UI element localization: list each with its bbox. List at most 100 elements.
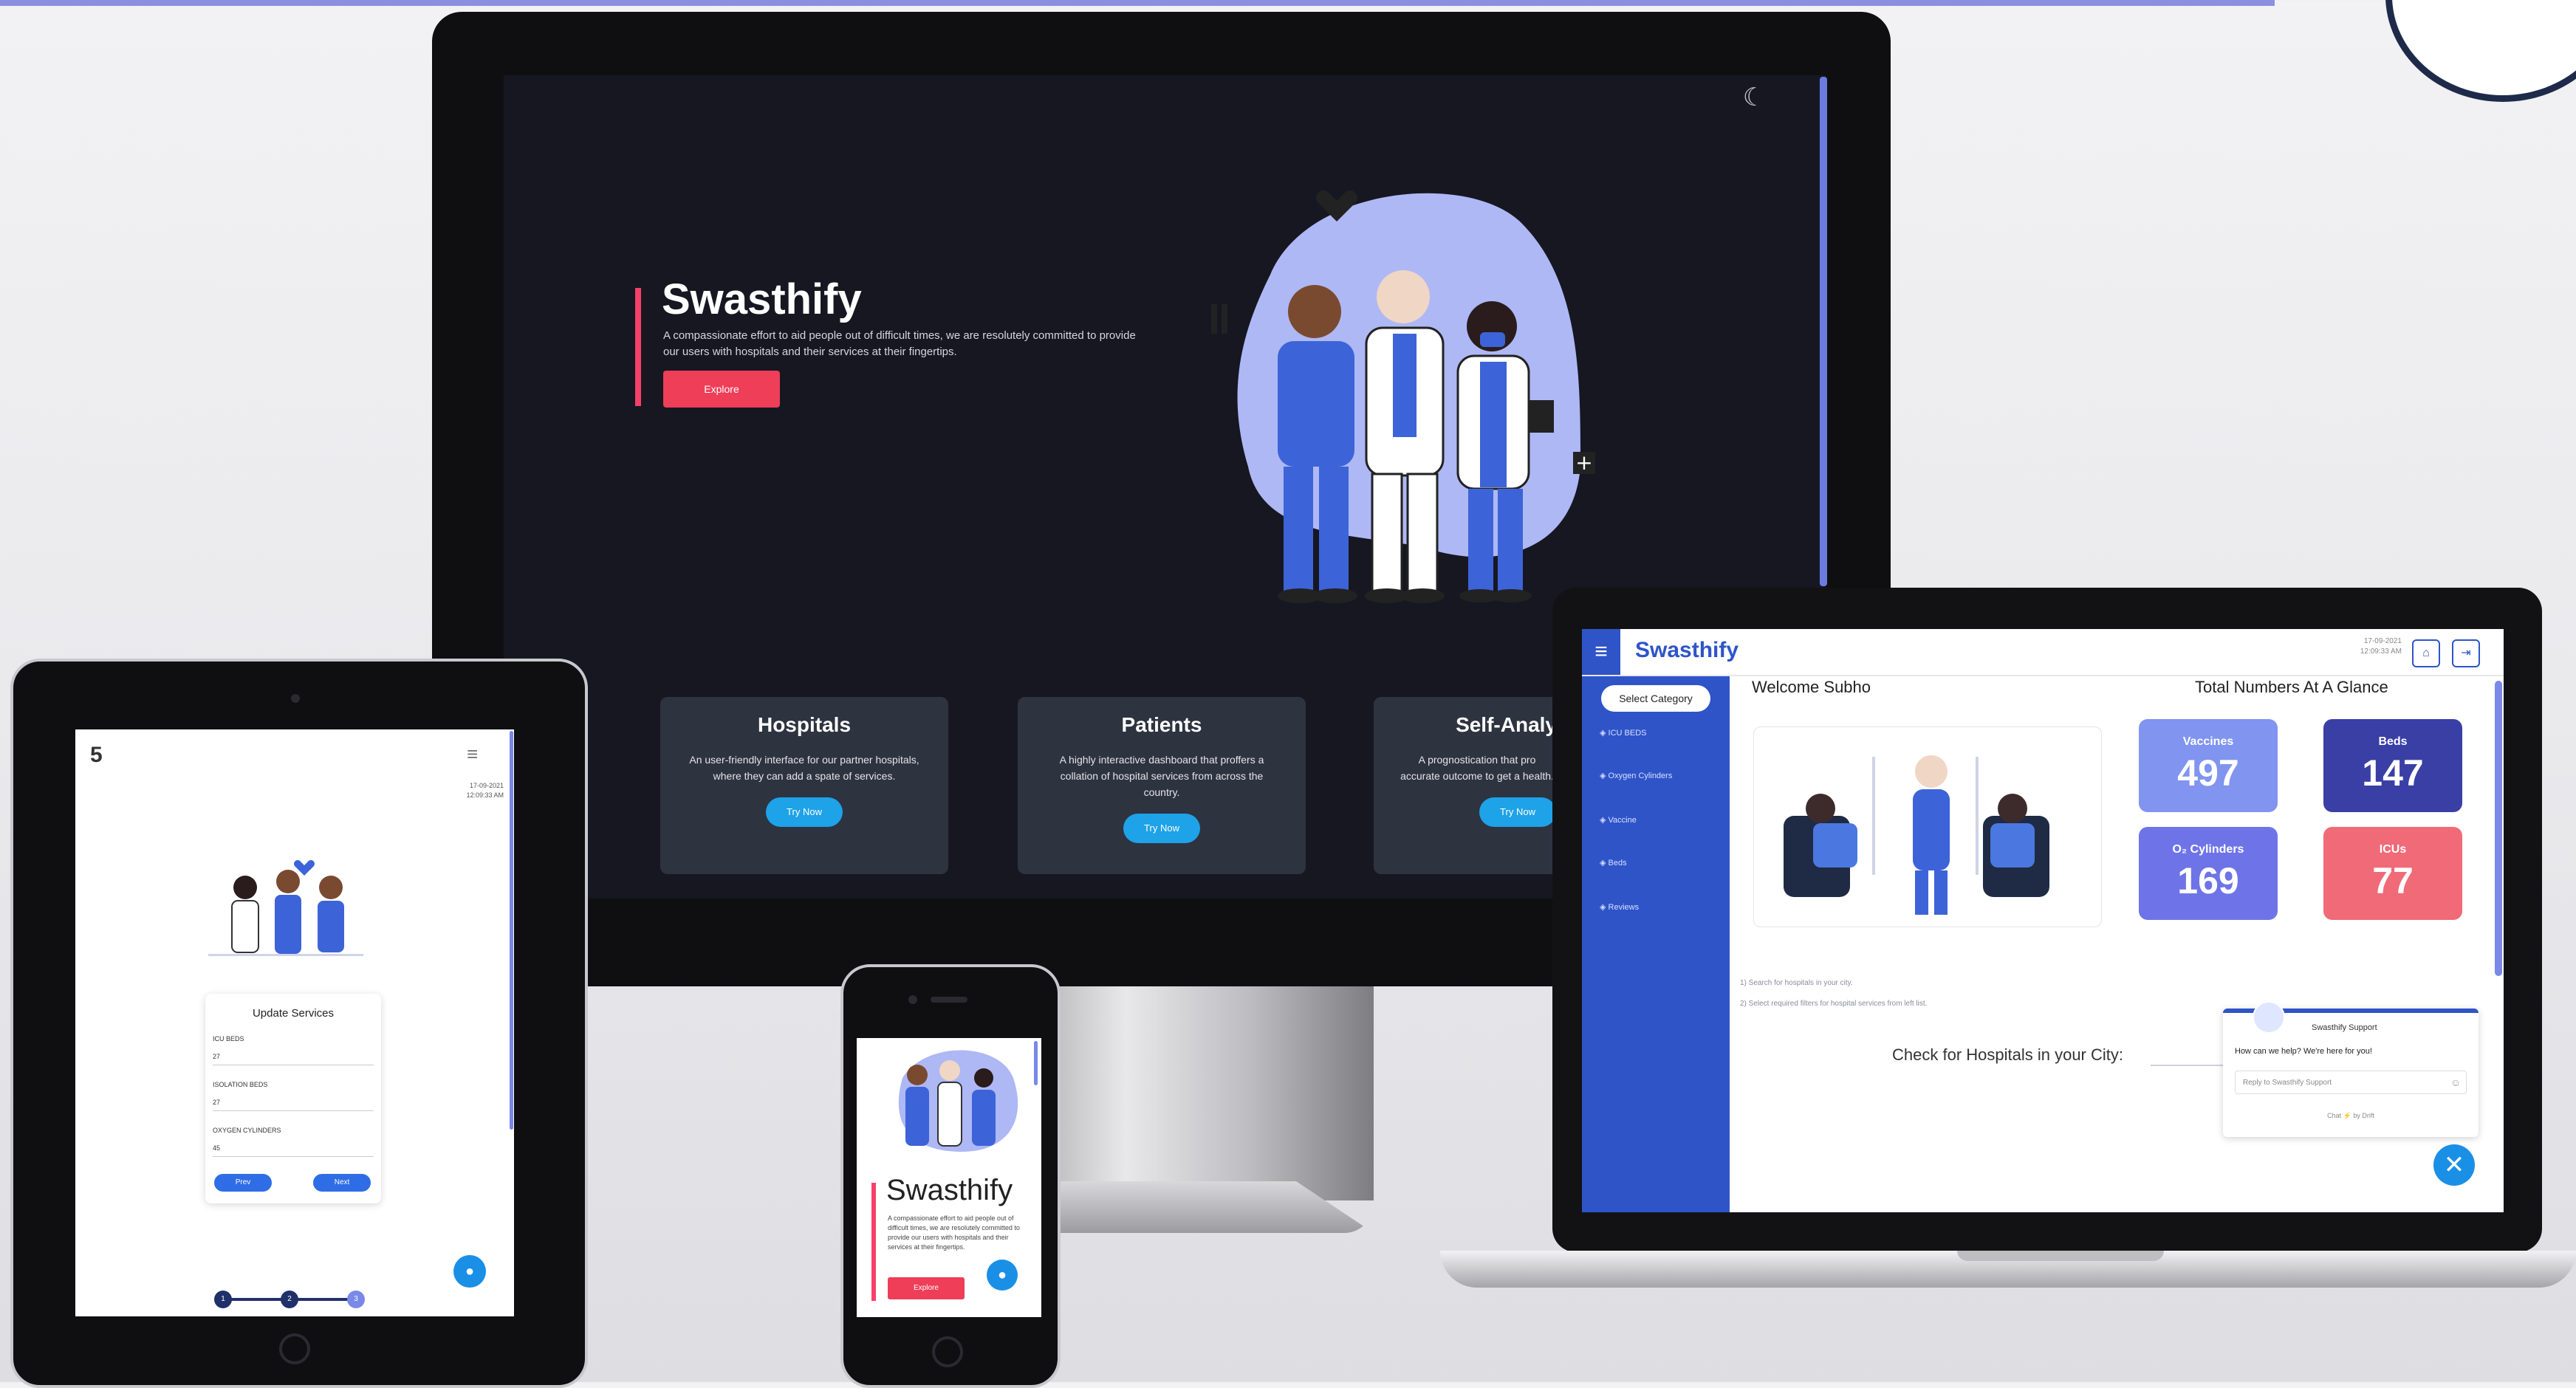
chat-icon[interactable]: ●	[453, 1255, 486, 1288]
tile-label: O₂ Cylinders	[2172, 843, 2244, 856]
phone-camera	[908, 995, 917, 1004]
step-dot[interactable]: 1	[214, 1291, 232, 1308]
tile-label: ICUs	[2379, 843, 2407, 856]
card-patients: Patients A highly interactive dashboard …	[1018, 697, 1306, 874]
card-self-analysis: Self-Analy A prognostication that pro ac…	[1374, 697, 1558, 874]
app-logo: Swasthify	[1635, 638, 1739, 662]
field-label: OXYGEN CYLINDERS	[213, 1127, 281, 1134]
field-label: ISOLATION BEDS	[213, 1081, 268, 1088]
phone-speaker	[931, 997, 967, 1003]
tablet-scrollbar[interactable]	[510, 731, 513, 1130]
tile-vaccines: Vaccines 497	[2139, 719, 2278, 812]
try-now-button[interactable]: Try Now	[1479, 797, 1556, 827]
tile-value: 77	[2372, 860, 2414, 901]
sidebar-item-label: Reviews	[1608, 903, 1640, 912]
hero-accent-bar	[635, 288, 641, 406]
tablet-camera	[291, 694, 300, 703]
chat-icon[interactable]: ●	[987, 1260, 1018, 1291]
icu-beds-input[interactable]: 27	[213, 1053, 374, 1065]
patients-illustration	[1753, 726, 2102, 927]
date-time: 17-09-2021 12:09:33 AM	[2343, 636, 2402, 657]
oxygen-cylinders-input[interactable]: 45	[213, 1144, 374, 1157]
sidebar-item-vaccine[interactable]: ◈ Vaccine	[1600, 815, 1725, 825]
tile-value: 497	[2177, 752, 2239, 794]
explore-button[interactable]: Explore	[663, 371, 780, 408]
try-now-button[interactable]: Try Now	[1123, 814, 1200, 843]
city-input-line[interactable]	[2151, 1065, 2224, 1066]
tile-icus: ICUs 77	[2323, 827, 2462, 920]
desktop-scrollbar[interactable]	[1820, 77, 1827, 586]
card-title: Hospitals	[757, 713, 852, 736]
check-hospitals-label: Check for Hospitals in your City:	[1892, 1045, 2123, 1064]
sidebar-item-label: Oxygen Cylinders	[1608, 772, 1673, 780]
card-text: A highly interactive dashboard that prof…	[1059, 754, 1264, 798]
home-icon[interactable]: ⌂	[2412, 639, 2440, 667]
top-strip	[0, 0, 2275, 6]
hero-description: A compassionate effort to aid people out…	[663, 329, 1136, 358]
select-category-button[interactable]: Select Category	[1601, 685, 1710, 712]
card-text: A prognostication that pro accurate outc…	[1400, 754, 1554, 782]
tile-o2-cylinders: O₂ Cylinders 169	[2139, 827, 2278, 920]
date-time: 17-09-2021 12:09:33 AM	[445, 781, 504, 800]
moon-icon[interactable]: ☾	[1739, 83, 1769, 112]
update-services-form: Update Services ICU BEDS 27 ISOLATION BE…	[205, 994, 381, 1203]
time: 12:09:33 AM	[2360, 647, 2402, 656]
sidebar-item-oxygen-cylinders[interactable]: ◈ Oxygen Cylinders	[1600, 771, 1725, 780]
chat-reply-input[interactable]: Reply to Swasthify Support	[2235, 1071, 2467, 1094]
phone-screen: Swasthify A compassionate effort to aid …	[857, 1038, 1041, 1317]
sidebar	[1582, 629, 1730, 1212]
tile-value: 147	[2362, 752, 2424, 794]
chat-agent-name: Swasthify Support	[2312, 1023, 2377, 1032]
card-title: Patients	[1121, 713, 1202, 736]
next-button[interactable]: Next	[313, 1174, 371, 1192]
doctors-illustration	[208, 860, 363, 956]
doctors-illustration: +	[1211, 190, 1595, 603]
sidebar-item-label: ICU BEDS	[1608, 729, 1647, 738]
support-chat-widget: Swasthify Support How can we help? We're…	[2223, 1001, 2479, 1137]
sidebar-item-label: Beds	[1608, 859, 1627, 868]
tablet-screen: 5 ≡ 17-09-2021 12:09:33 AM Update Servic…	[75, 729, 514, 1316]
chat-greeting: How can we help? We're here for you!	[2235, 1047, 2372, 1056]
sidebar-item-reviews[interactable]: ◈ Reviews	[1600, 902, 1725, 912]
phone-home-button[interactable]	[932, 1336, 963, 1367]
instruction-step: 1) Search for hospitals in your city.	[1740, 979, 1853, 987]
phone-scrollbar[interactable]	[1034, 1041, 1038, 1085]
laptop-screen: ≡ Swasthify 17-09-2021 12:09:33 AM ⌂ ⇥ S…	[1582, 629, 2504, 1212]
explore-button[interactable]: Explore	[888, 1277, 965, 1299]
laptop-notch	[1957, 1251, 2164, 1261]
avatar	[2253, 1001, 2285, 1034]
laptop-scrollbar[interactable]	[2495, 681, 2502, 976]
field-label: ICU BEDS	[213, 1035, 244, 1042]
doctors-illustration	[898, 1050, 1018, 1152]
isolation-beds-input[interactable]: 27	[213, 1099, 374, 1111]
chat-footer: Chat ⚡ by Drift	[2327, 1112, 2374, 1119]
tile-label: Beds	[2378, 735, 2408, 748]
menu-icon[interactable]: ≡	[467, 743, 478, 766]
step-dot[interactable]: 3	[347, 1291, 365, 1308]
try-now-button[interactable]: Try Now	[766, 797, 843, 827]
card-text: An user-friendly interface for our partn…	[689, 754, 919, 782]
prev-button[interactable]: Prev	[214, 1174, 272, 1192]
hero-description: A compassionate effort to aid people out…	[888, 1214, 1020, 1251]
tablet-home-button[interactable]	[279, 1333, 310, 1364]
hero-accent-bar	[871, 1183, 876, 1301]
hero-title: Swasthify	[886, 1174, 1013, 1206]
emoji-icon[interactable]: ☺	[2450, 1076, 2461, 1088]
tile-label: Vaccines	[2182, 735, 2234, 748]
date: 17-09-2021	[2363, 637, 2402, 645]
time: 12:09:33 AM	[466, 791, 504, 799]
sidebar-item-beds[interactable]: ◈ Beds	[1600, 858, 1725, 868]
close-chat-icon[interactable]: ✕	[2433, 1144, 2475, 1186]
step-dot[interactable]: 2	[281, 1291, 298, 1308]
sidebar-item-icu-beds[interactable]: ◈ ICU BEDS	[1600, 728, 1725, 738]
tile-beds: Beds 147	[2323, 719, 2462, 812]
hamburger-icon[interactable]: ≡	[1582, 629, 1620, 675]
hero-title: Swasthify	[662, 275, 862, 323]
card-hospitals: Hospitals An user-friendly interface for…	[660, 697, 948, 874]
instruction-step: 2) Select required filters for hospital …	[1740, 1000, 1928, 1008]
sidebar-item-label: Vaccine	[1608, 816, 1637, 825]
totals-heading: Total Numbers At A Glance	[2195, 678, 2388, 696]
logout-icon[interactable]: ⇥	[2452, 639, 2480, 667]
corner-logo-badge	[2385, 0, 2576, 102]
welcome-text: Welcome Subho	[1752, 678, 1871, 696]
